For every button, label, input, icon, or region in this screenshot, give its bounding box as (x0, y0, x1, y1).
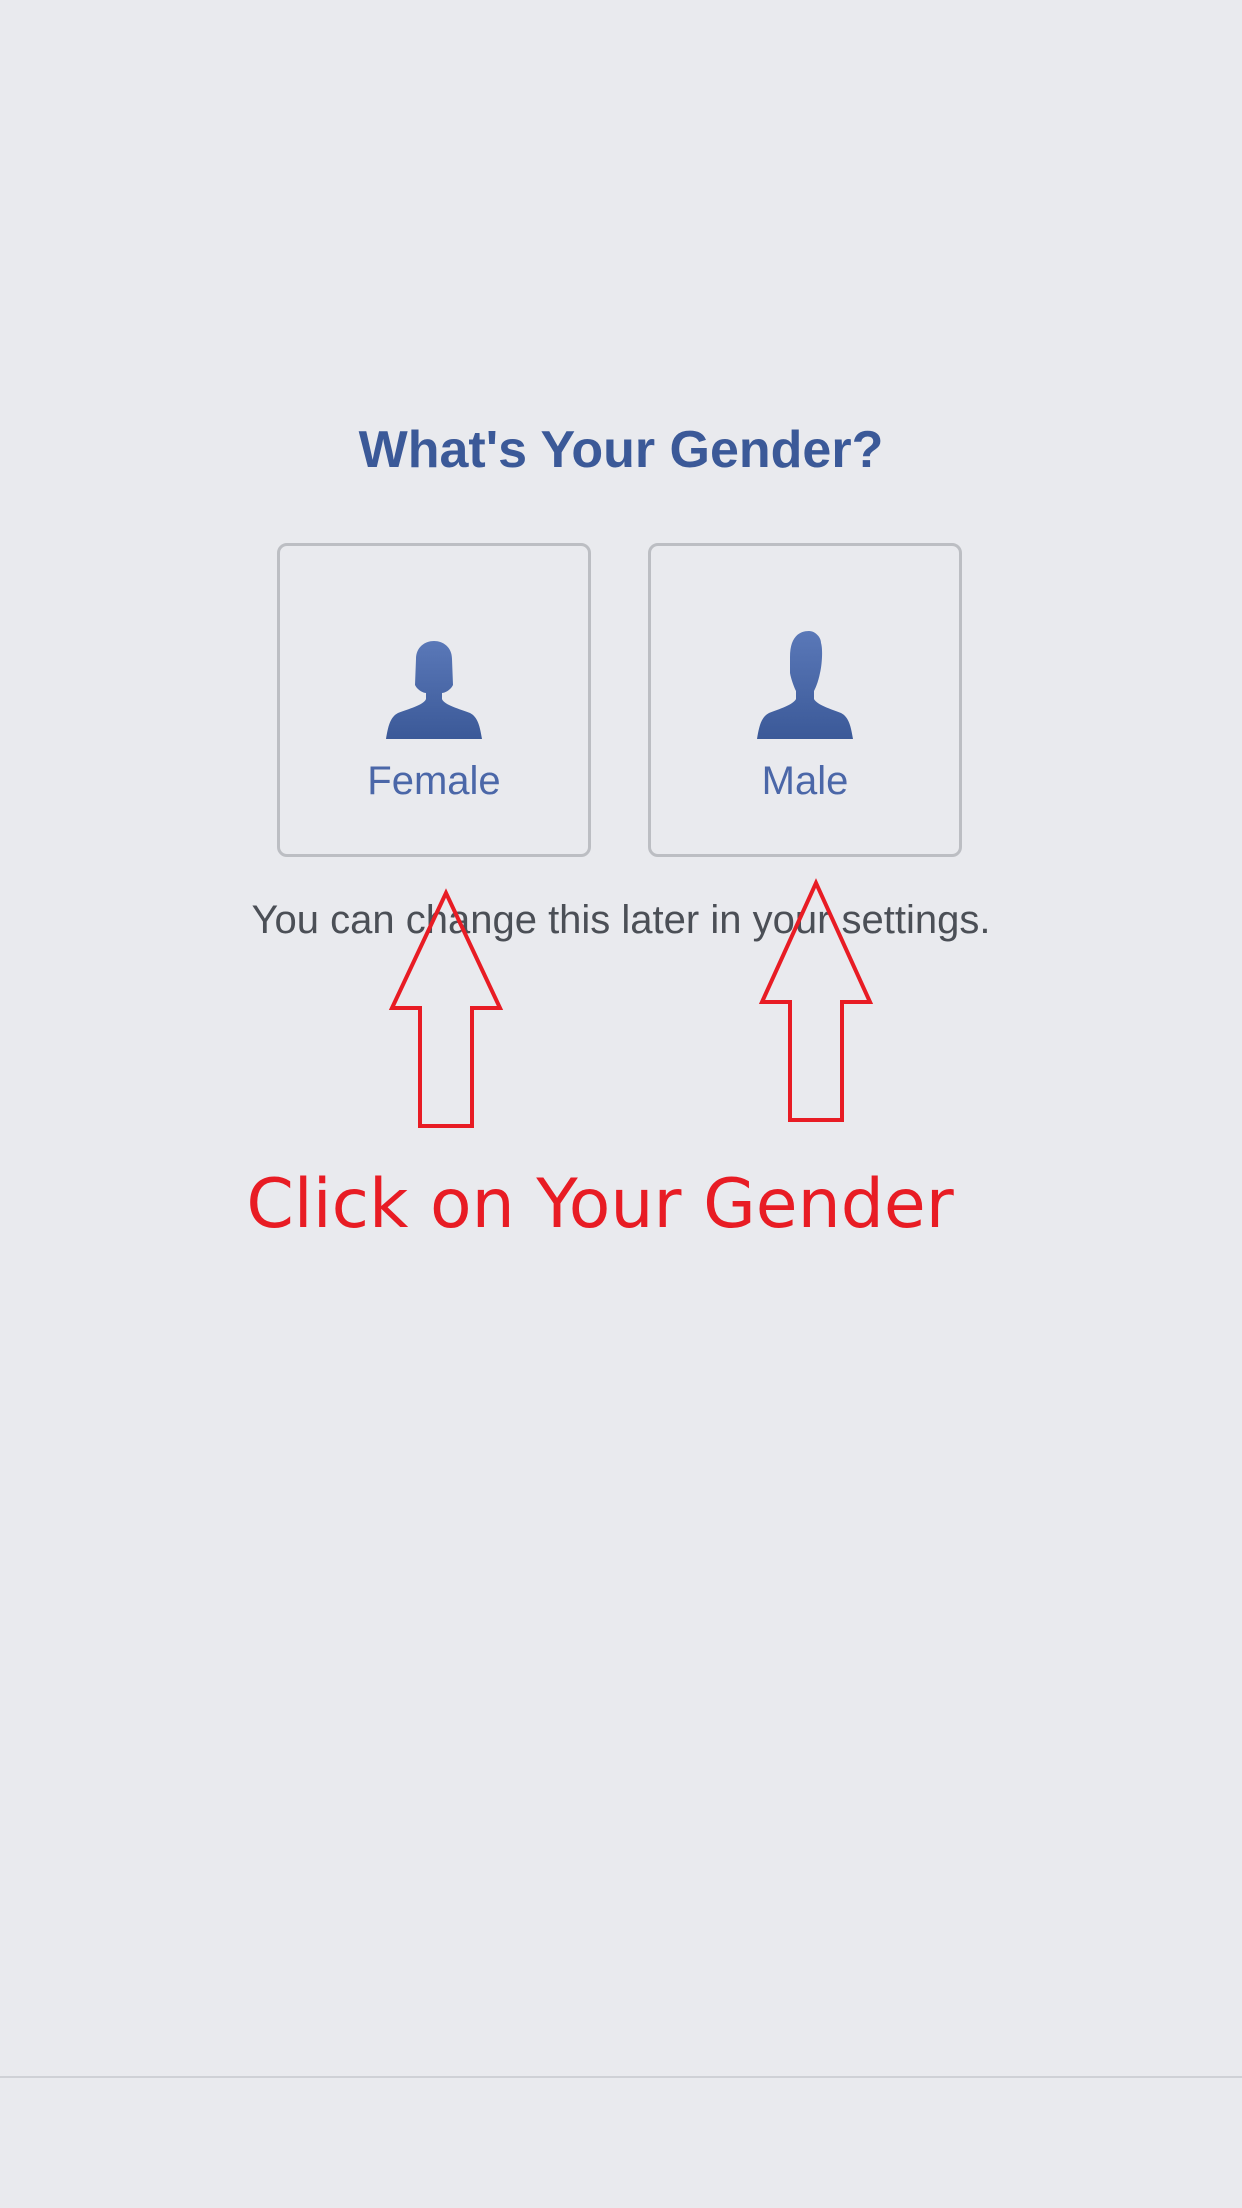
page-title: What's Your Gender? (358, 421, 884, 479)
male-silhouette-icon (757, 631, 853, 739)
bottom-divider (0, 2076, 1242, 2078)
male-option-button[interactable]: Male (648, 543, 962, 857)
annotation-text: Click on Your Gender (246, 1165, 954, 1244)
female-label: Female (367, 759, 501, 803)
annotation-arrows (388, 878, 874, 1128)
male-label: Male (761, 759, 849, 803)
female-silhouette-icon (386, 641, 482, 739)
settings-hint-text: You can change this later in your settin… (251, 898, 991, 942)
female-option-button[interactable]: Female (277, 543, 591, 857)
